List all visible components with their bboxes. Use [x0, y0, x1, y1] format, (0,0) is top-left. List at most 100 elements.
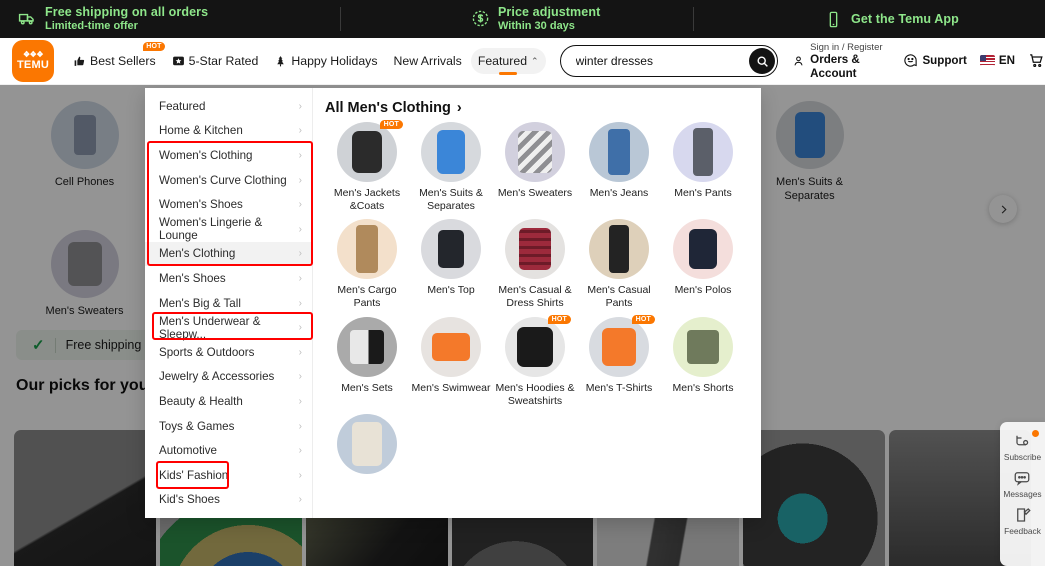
- cart-button[interactable]: [1028, 52, 1045, 69]
- subcategory-item[interactable]: Men's Polos: [661, 219, 745, 310]
- all-mens-clothing-link[interactable]: All Men's Clothing ›: [325, 100, 761, 116]
- search-input[interactable]: [561, 54, 746, 68]
- sidebar-item-automotive[interactable]: Automotive ›: [145, 438, 312, 463]
- sidebar-item-kids-shoes[interactable]: Kid's Shoes ›: [145, 488, 312, 513]
- subcategory-thumb: [673, 122, 733, 182]
- rail-item-messages[interactable]: Messages: [1003, 469, 1041, 499]
- primary-nav: Best Sellers HOT 5-Star Rated Happy Holi…: [66, 48, 546, 74]
- sidebar-item-label: Kid's Shoes: [159, 493, 220, 506]
- nav-item-happy-holidays[interactable]: Happy Holidays: [267, 48, 384, 74]
- sidebar-item-mens-big-tall[interactable]: Men's Big & Tall ›: [145, 291, 312, 316]
- search-button[interactable]: [749, 48, 775, 74]
- subcategory-item[interactable]: Men's Shorts: [661, 317, 745, 408]
- logo-glyph-line: ❖❖❖: [23, 51, 43, 59]
- sidebar-item-label: Men's Shoes: [159, 272, 226, 285]
- subcategory-thumb: [421, 122, 481, 182]
- language-selector[interactable]: EN: [980, 54, 1015, 67]
- hot-badge: HOT: [548, 315, 571, 324]
- subcategory-item[interactable]: Men's Suits & Separates: [409, 122, 493, 213]
- nav-label: 5-Star Rated: [189, 54, 259, 68]
- subcategory-label: Men's Hoodies & Sweatshirts: [495, 382, 575, 408]
- category-dropdown-panel: Featured › Home & Kitchen › Women's Clot…: [145, 88, 761, 518]
- chevron-right-icon: ›: [299, 347, 302, 358]
- nav-item-featured[interactable]: Featured ⌃: [471, 48, 546, 74]
- subcategory-thumb: [589, 219, 649, 279]
- promo-subtitle: Limited-time offer: [45, 20, 208, 33]
- nav-label: New Arrivals: [393, 54, 461, 68]
- chevron-right-icon: ›: [299, 150, 302, 161]
- subcategory-item[interactable]: HOT Men's Hoodies & Sweatshirts: [493, 317, 577, 408]
- sidebar-item-label: Men's Clothing: [159, 247, 235, 260]
- subcategory-item[interactable]: [325, 414, 409, 479]
- subcategory-item[interactable]: Men's Sets: [325, 317, 409, 408]
- rail-label: Messages: [1003, 489, 1041, 499]
- subcategory-label: Men's Casual & Dress Shirts: [495, 284, 575, 310]
- nav-item-new-arrivals[interactable]: New Arrivals: [386, 48, 468, 74]
- subcategory-thumb: [505, 122, 565, 182]
- sidebar-item-womens-clothing[interactable]: Women's Clothing ›: [145, 143, 312, 168]
- sidebar-item-beauty-health[interactable]: Beauty & Health ›: [145, 389, 312, 414]
- promo-title: Free shipping on all orders: [45, 5, 208, 19]
- nav-item-best-sellers[interactable]: Best Sellers HOT: [66, 48, 163, 74]
- subscribe-icon: [1014, 432, 1032, 450]
- nav-label: Featured: [478, 54, 527, 68]
- sidebar-item-label: Men's Big & Tall: [159, 297, 241, 310]
- sidebar-item-womens-shoes[interactable]: Women's Shoes ›: [145, 192, 312, 217]
- promo-get-app[interactable]: Get the Temu App: [694, 10, 959, 29]
- rail-item-subscribe[interactable]: Subscribe: [1004, 432, 1041, 462]
- star-box-icon: [172, 55, 185, 68]
- sidebar-item-featured[interactable]: Featured ›: [145, 94, 312, 119]
- subcategory-item[interactable]: Men's Sweaters: [493, 122, 577, 213]
- thumb-wrap: HOT: [589, 317, 649, 377]
- hot-badge: HOT: [632, 315, 655, 324]
- subcategory-label: Men's Pants: [663, 187, 743, 200]
- subcategory-item[interactable]: Men's Swimwear: [409, 317, 493, 408]
- chevron-right-icon: ›: [299, 494, 302, 505]
- sidebar-item-mens-clothing[interactable]: Men's Clothing ›: [145, 242, 312, 267]
- subcategory-label: Men's Sets: [327, 382, 407, 395]
- account-menu[interactable]: Sign in / Register Orders & Account: [792, 42, 890, 81]
- sidebar-item-womens-curve-clothing[interactable]: Women's Curve Clothing ›: [145, 168, 312, 193]
- subcategory-item[interactable]: Men's Cargo Pants: [325, 219, 409, 310]
- subcategory-thumb: [505, 219, 565, 279]
- promo-free-shipping[interactable]: Free shipping on all orders Limited-time…: [18, 5, 340, 32]
- temu-logo[interactable]: ❖❖❖ TEMU: [12, 40, 54, 82]
- promo-price-adjustment[interactable]: Price adjustment Within 30 days: [341, 5, 693, 32]
- sidebar-item-label: Automotive: [159, 444, 217, 457]
- price-tag-icon: [471, 9, 490, 28]
- chevron-right-icon: ›: [299, 273, 302, 284]
- sidebar-item-toys-games[interactable]: Toys & Games ›: [145, 414, 312, 439]
- thumb-wrap: [589, 219, 649, 279]
- user-icon: [792, 53, 805, 69]
- sidebar-item-womens-lingerie-lounge[interactable]: Women's Lingerie & Lounge ›: [145, 217, 312, 242]
- sidebar-item-mens-underwear-sleepwear[interactable]: Men's Underwear & Sleepw... ›: [145, 315, 312, 340]
- dropdown-sidebar: Featured › Home & Kitchen › Women's Clot…: [145, 88, 313, 518]
- temu-homepage: Free shipping on all orders Limited-time…: [0, 0, 1045, 566]
- sidebar-item-home-kitchen[interactable]: Home & Kitchen ›: [145, 119, 312, 144]
- subcategory-item[interactable]: HOT Men's Jackets &Coats: [325, 122, 409, 213]
- nav-item-5-star-rated[interactable]: 5-Star Rated: [165, 48, 266, 74]
- sidebar-item-kids-fashion[interactable]: Kids' Fashion ›: [145, 463, 312, 488]
- sidebar-item-jewelry-accessories[interactable]: Jewelry & Accessories ›: [145, 365, 312, 390]
- chevron-right-icon: ›: [299, 445, 302, 456]
- subcategory-label: Men's Suits & Separates: [411, 187, 491, 213]
- thumb-wrap: [421, 317, 481, 377]
- support-button[interactable]: Support: [903, 53, 966, 68]
- subcategory-item[interactable]: Men's Top: [409, 219, 493, 310]
- thumb-wrap: [505, 122, 565, 182]
- sidebar-item-sports-outdoors[interactable]: Sports & Outdoors ›: [145, 340, 312, 365]
- subcategory-item[interactable]: Men's Pants: [661, 122, 745, 213]
- message-icon: [1013, 469, 1031, 487]
- subcategory-item[interactable]: HOT Men's T-Shirts: [577, 317, 661, 408]
- feedback-icon: [1014, 506, 1032, 524]
- thumb-wrap: [673, 122, 733, 182]
- rail-item-feedback[interactable]: Feedback: [1004, 506, 1041, 536]
- subcategory-label: Men's Jeans: [579, 187, 659, 200]
- nav-label: Happy Holidays: [291, 54, 377, 68]
- subcategory-thumb: [673, 219, 733, 279]
- subcategory-item[interactable]: Men's Jeans: [577, 122, 661, 213]
- search-bar[interactable]: [560, 45, 779, 77]
- sidebar-item-mens-shoes[interactable]: Men's Shoes ›: [145, 266, 312, 291]
- subcategory-item[interactable]: Men's Casual & Dress Shirts: [493, 219, 577, 310]
- subcategory-item[interactable]: Men's Casual Pants: [577, 219, 661, 310]
